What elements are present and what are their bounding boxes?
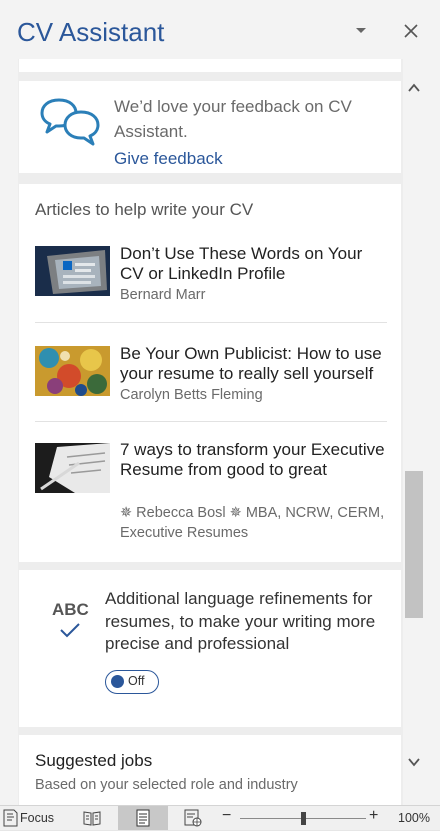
page-icon (136, 809, 150, 827)
close-pane-button[interactable] (402, 22, 420, 40)
article-author: Carolyn Betts Fleming (120, 387, 263, 403)
chevron-up-icon (408, 83, 420, 92)
pane-scrollbar[interactable] (403, 75, 425, 787)
book-icon (83, 811, 101, 826)
article-title: 7 ways to transform your Executive Resum… (120, 440, 385, 479)
zoom-out-button[interactable]: − (222, 807, 236, 831)
close-icon (404, 24, 418, 38)
zoom-percentage[interactable]: 100% (398, 811, 430, 825)
article-item[interactable]: Don’t Use These Words on Your CV or Link… (35, 244, 387, 306)
web-layout-icon (184, 809, 202, 827)
article-item[interactable]: Be Your Own Publicist: How to use your r… (35, 344, 387, 406)
status-bar: Focus − + 100% (0, 805, 440, 830)
checkmark-icon (60, 623, 80, 638)
web-layout-button[interactable] (182, 806, 204, 830)
divider (35, 322, 387, 323)
toggle-knob (111, 675, 124, 688)
pane-title: CV Assistant (17, 17, 165, 47)
article-author: Bernard Marr (120, 287, 206, 303)
previous-card (19, 59, 401, 72)
feedback-card: We’d love your feedback on CV Assistant.… (19, 81, 401, 173)
article-author: ✵ Rebecca Bosl ✵ MBA, NCRW, CERM, Execut… (120, 505, 385, 541)
zoom-in-button[interactable]: + (369, 807, 383, 831)
print-layout-button[interactable] (118, 806, 168, 830)
cv-assistant-pane: CV Assistant We’d love your feedback on … (0, 0, 440, 805)
article-title: Don’t Use These Words on Your CV or Link… (120, 244, 363, 283)
chevron-down-icon (408, 758, 420, 767)
articles-heading: Articles to help write your CV (35, 200, 254, 219)
article-thumbnail (35, 346, 110, 396)
feedback-message: We’d love your feedback on CV Assistant.… (114, 94, 384, 171)
read-mode-button[interactable] (80, 806, 104, 830)
suggested-jobs-card: Suggested jobs Based on your selected ro… (19, 735, 401, 805)
refinements-description: Additional language refinements for resu… (105, 589, 376, 653)
feedback-text: We’d love your feedback on CV Assistant. (114, 97, 352, 141)
zoom-slider-thumb[interactable] (301, 812, 306, 825)
chat-bubbles-icon (40, 98, 100, 146)
give-feedback-link[interactable]: Give feedback (114, 146, 384, 171)
article-title: Be Your Own Publicist: How to use your r… (120, 344, 382, 383)
pane-content: We’d love your feedback on CV Assistant.… (18, 59, 403, 805)
article-item[interactable]: 7 ways to transform your Executive Resum… (35, 440, 387, 552)
divider (35, 421, 387, 422)
abc-spelling-icon: ABC (52, 600, 89, 619)
caret-down-icon (356, 28, 366, 33)
pane-options-button[interactable] (352, 22, 370, 40)
focus-label: Focus (20, 811, 55, 825)
refinements-toggle[interactable]: Off (105, 670, 159, 694)
scroll-up-button[interactable] (407, 81, 421, 95)
scroll-down-button[interactable] (407, 755, 421, 769)
suggested-jobs-heading: Suggested jobs (35, 751, 153, 770)
focus-icon (3, 809, 18, 827)
toggle-state-label: Off (128, 674, 145, 688)
scrollbar-thumb[interactable] (405, 471, 423, 618)
language-refinements-card: ABC Additional language refinements for … (19, 570, 401, 727)
article-thumbnail (35, 246, 110, 296)
focus-mode-button[interactable]: Focus (0, 806, 58, 830)
suggested-jobs-subtext: Based on your selected role and industry (35, 777, 298, 793)
article-thumbnail (35, 443, 110, 493)
articles-card: Articles to help write your CV Don’t Use (19, 184, 401, 562)
